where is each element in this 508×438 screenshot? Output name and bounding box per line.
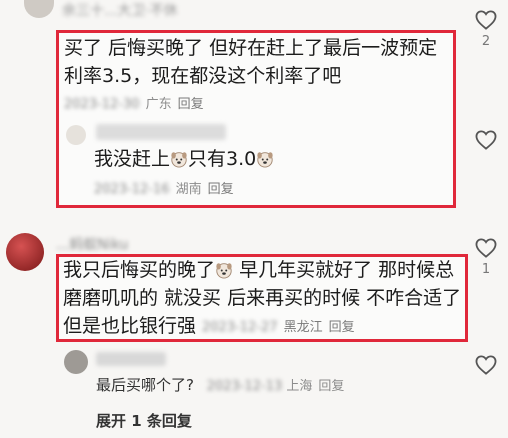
reply-location: 上海 [286, 379, 313, 394]
comment-meta: 2023-12-27 黑龙江 回复 [202, 316, 361, 335]
heart-outline-icon [475, 355, 497, 375]
expand-replies-button[interactable]: 展开 1 条回复 [96, 410, 192, 431]
reply-button[interactable]: 回复 [329, 320, 355, 335]
comment-date: 2023-12-27 [202, 320, 278, 335]
reply-location: 湖南 [175, 182, 202, 197]
like-button[interactable] [474, 355, 498, 375]
like-button[interactable] [474, 130, 498, 150]
reply-text-part: 我没赶上 [94, 148, 171, 170]
avatar[interactable] [66, 125, 86, 145]
reply-row: 最后买哪个了? 2023-12-13 上海 回复 [96, 374, 344, 395]
reply-date: 2023-12-13 [206, 379, 283, 394]
comment-meta: 2023-12-30 广东 回复 [64, 93, 210, 112]
heart-outline-icon [475, 130, 497, 150]
comment-text-part: 我只后悔买的晚了 [63, 259, 216, 281]
reply-text: 我没赶上 只有3.0 [94, 145, 274, 173]
username[interactable] [96, 124, 226, 140]
avatar[interactable] [24, 0, 54, 18]
dog-emoji-icon [257, 152, 273, 168]
dog-emoji-icon [171, 152, 187, 168]
comment-location: 广东 [145, 97, 172, 112]
comment-text: 买了 后悔买晚了 但好在赶上了最后一波预定利率3.5，现在都没这个利率了吧 [64, 37, 438, 87]
username[interactable] [96, 352, 166, 366]
dog-emoji-icon [216, 263, 232, 279]
like-button[interactable]: 2 [474, 10, 498, 49]
like-count: 2 [481, 34, 491, 49]
reply-date: 2023-12-16 [94, 182, 170, 197]
reply-text: 最后买哪个了? [96, 376, 194, 394]
avatar[interactable] [64, 350, 88, 374]
comment-date: 2023-12-30 [64, 97, 140, 112]
reply-text-part: 只有3.0 [188, 148, 257, 170]
like-button[interactable]: 1 [474, 238, 498, 277]
username[interactable]: 余三十...大卫·不休 [62, 0, 178, 20]
username[interactable]: ...蚂蚁Niku [56, 234, 128, 254]
heart-outline-icon [475, 238, 497, 258]
reply-button[interactable]: 回复 [178, 97, 204, 112]
reply-meta: 2023-12-16 湖南 回复 [94, 178, 240, 197]
reply-button[interactable]: 回复 [208, 182, 234, 197]
avatar[interactable] [6, 233, 44, 271]
comment-location: 黑龙江 [283, 320, 323, 335]
heart-outline-icon [475, 10, 497, 30]
like-count: 1 [481, 262, 491, 277]
reply-button[interactable]: 回复 [318, 379, 344, 394]
